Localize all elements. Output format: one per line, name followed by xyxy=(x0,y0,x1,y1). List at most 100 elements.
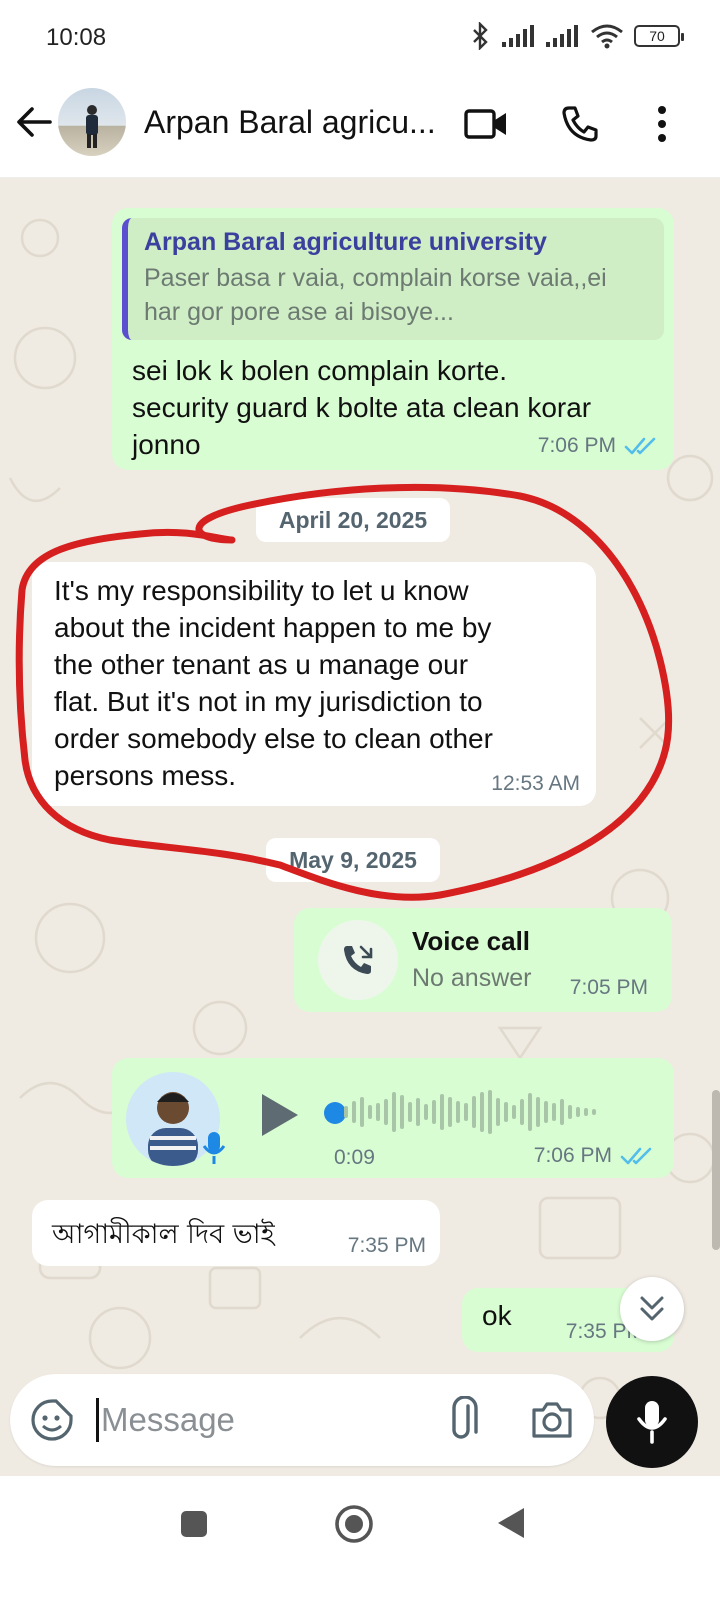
camera-button[interactable] xyxy=(530,1400,574,1445)
more-vert-icon xyxy=(658,106,666,142)
waveform-bar xyxy=(560,1099,564,1125)
nav-home-button[interactable] xyxy=(334,1504,374,1549)
nav-back-button[interactable] xyxy=(496,1506,528,1545)
voice-seek-handle[interactable] xyxy=(324,1102,346,1124)
call-icon-circle xyxy=(318,920,398,1000)
voice-record-button[interactable] xyxy=(606,1376,698,1468)
waveform-bar xyxy=(368,1105,372,1119)
call-title: Voice call xyxy=(412,926,531,956)
message-time: 7:06 PM xyxy=(533,1144,612,1167)
camera-icon xyxy=(532,1402,572,1438)
read-ticks-icon xyxy=(624,437,656,455)
message-meta: 12:53 AM xyxy=(491,772,580,796)
scroll-down-icon xyxy=(640,1296,664,1321)
quoted-text-line: har gor pore ase ai bisoye... xyxy=(144,298,454,326)
video-call-button[interactable] xyxy=(462,100,510,148)
waveform-bar xyxy=(552,1103,556,1121)
message-line: about the incident happen to me by xyxy=(54,612,492,643)
phone-icon xyxy=(562,106,598,142)
message-input[interactable]: Message xyxy=(96,1398,235,1442)
waveform-bar xyxy=(456,1101,460,1123)
signal-icon xyxy=(502,25,534,47)
message-line: persons mess. xyxy=(54,760,237,791)
message-text: It's my responsibility to let u know abo… xyxy=(54,572,493,794)
voice-note-message[interactable]: 0:09 7:06 PM xyxy=(112,1058,674,1178)
waveform-bar xyxy=(520,1099,524,1125)
voice-waveform[interactable] xyxy=(344,1082,596,1142)
waveform-bar xyxy=(584,1108,588,1116)
waveform-bar xyxy=(408,1102,412,1122)
waveform-bar xyxy=(344,1106,348,1118)
waveform-bar xyxy=(424,1104,428,1120)
message-time: 7:35 PM xyxy=(347,1234,426,1257)
waveform-bar xyxy=(416,1098,420,1126)
incoming-message[interactable]: আগামীকাল দিব ভাই 7:35 PM xyxy=(32,1200,440,1266)
nav-home-icon xyxy=(335,1505,373,1543)
scroll-to-bottom-button[interactable] xyxy=(620,1277,684,1341)
waveform-bar xyxy=(568,1105,572,1119)
back-arrow-icon xyxy=(17,107,52,137)
message-line: It's my responsibility to let u know xyxy=(54,575,469,606)
message-text: sei lok k bolen complain korte. security… xyxy=(132,352,591,463)
message-line: the other tenant as u manage our xyxy=(54,649,469,680)
waveform-bar xyxy=(576,1107,580,1117)
system-nav-bar xyxy=(0,1476,720,1600)
status-icons: 70 xyxy=(468,22,684,50)
nav-recents-button[interactable] xyxy=(180,1510,208,1543)
wifi-icon xyxy=(591,24,623,49)
mic-icon xyxy=(637,1401,667,1444)
call-log-message[interactable]: Voice call No answer 7:05 PM xyxy=(294,908,672,1012)
chat-scrollbar[interactable] xyxy=(712,1090,720,1250)
waveform-bar xyxy=(480,1092,484,1132)
read-ticks-icon xyxy=(620,1147,652,1165)
outgoing-message[interactable]: Arpan Baral agriculture university Paser… xyxy=(112,208,674,470)
chat-header: Arpan Baral agricu... xyxy=(0,78,720,178)
nav-back-icon xyxy=(498,1508,524,1538)
quoted-text-line: Paser basa r vaia, complain korse vaia,,… xyxy=(144,264,607,292)
play-button[interactable] xyxy=(260,1092,300,1143)
message-meta: 7:06 PM xyxy=(534,1144,654,1168)
waveform-bar xyxy=(352,1101,356,1123)
message-composer[interactable]: Message xyxy=(10,1374,594,1466)
mic-badge-icon xyxy=(202,1132,226,1164)
status-bar: 10:08 70 xyxy=(0,0,720,78)
waveform-bar xyxy=(384,1099,388,1125)
chat-area[interactable]: Arpan Baral agriculture university Paser… xyxy=(0,178,720,1476)
message-line: flat. But it's not in my jurisdiction to xyxy=(54,686,483,717)
waveform-bar xyxy=(496,1098,500,1126)
waveform-bar xyxy=(536,1097,540,1127)
message-line: jonno xyxy=(132,429,201,460)
waveform-bar xyxy=(392,1092,396,1132)
contact-avatar[interactable] xyxy=(58,88,126,156)
message-meta: 7:35 PM xyxy=(348,1234,426,1258)
waveform-bar xyxy=(360,1097,364,1127)
sticker-icon xyxy=(31,1399,73,1441)
back-button[interactable] xyxy=(14,102,54,142)
quoted-message[interactable]: Arpan Baral agriculture university Paser… xyxy=(122,218,664,340)
waveform-bar xyxy=(592,1109,596,1115)
voice-call-button[interactable] xyxy=(556,100,604,148)
waveform-bar xyxy=(544,1101,548,1123)
call-subtitle: No answer xyxy=(412,964,532,992)
message-meta: 7:06 PM xyxy=(538,434,658,458)
date-separator: May 9, 2025 xyxy=(266,838,440,882)
attach-icon xyxy=(452,1395,478,1439)
missed-call-icon xyxy=(344,945,373,974)
waveform-bar xyxy=(440,1094,444,1130)
waveform-bar xyxy=(472,1096,476,1128)
waveform-bar xyxy=(432,1100,436,1124)
video-call-icon xyxy=(464,109,506,139)
message-line: order somebody else to clean other xyxy=(54,723,493,754)
message-text: আগামীকাল দিব ভাই xyxy=(52,1219,275,1250)
signal-icon xyxy=(546,25,578,47)
message-time: 7:06 PM xyxy=(537,434,616,457)
more-options-button[interactable] xyxy=(638,100,686,148)
attach-button[interactable] xyxy=(442,1395,482,1449)
sticker-button[interactable] xyxy=(30,1398,74,1447)
incoming-message[interactable]: It's my responsibility to let u know abo… xyxy=(32,562,596,806)
nav-recents-icon xyxy=(181,1511,207,1537)
contact-name[interactable]: Arpan Baral agricu... xyxy=(144,104,444,141)
message-time: 7:05 PM xyxy=(569,976,648,999)
message-meta: 7:05 PM xyxy=(570,976,648,1000)
waveform-bar xyxy=(512,1105,516,1119)
